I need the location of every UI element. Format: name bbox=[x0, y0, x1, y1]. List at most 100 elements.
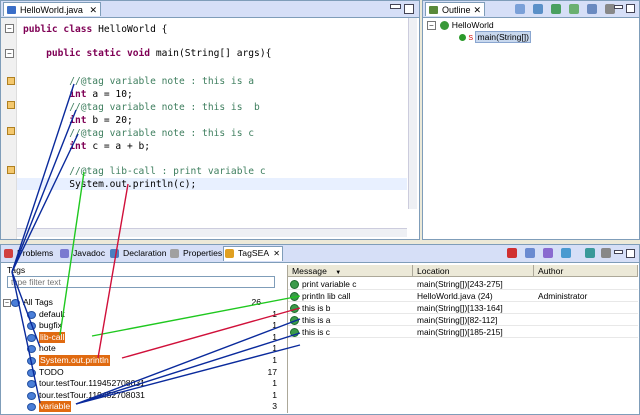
column-header-location[interactable]: Location bbox=[413, 265, 534, 277]
refresh-icon[interactable] bbox=[585, 248, 595, 258]
tag-marker-icon[interactable] bbox=[7, 166, 15, 174]
code-area[interactable]: public class HelloWorld { public static … bbox=[23, 18, 405, 238]
message-text: this is c bbox=[302, 327, 330, 337]
close-icon[interactable]: ✕ bbox=[473, 3, 481, 17]
waypoint-icon bbox=[290, 292, 299, 301]
code-token: int bbox=[23, 115, 87, 126]
properties-icon bbox=[170, 249, 179, 258]
tag-tree-item[interactable]: – All Tags 26 bbox=[3, 297, 277, 308]
table-row[interactable]: this is a main(String[])[82-112] bbox=[288, 315, 638, 326]
delete-icon[interactable] bbox=[507, 248, 517, 258]
code-token: a = 10; bbox=[86, 89, 133, 100]
tag-filter-input[interactable] bbox=[7, 276, 275, 288]
tag-icon bbox=[27, 368, 36, 377]
outline-tab-label: Outline bbox=[442, 5, 471, 15]
filter-icon[interactable] bbox=[561, 248, 571, 258]
tag-tree-item[interactable]: TODO 17 bbox=[27, 367, 277, 378]
code-line[interactable]: //@tag variable note : this is c bbox=[23, 128, 254, 139]
tag-count: 3 bbox=[272, 401, 277, 412]
code-line[interactable]: public class HelloWorld { bbox=[23, 24, 167, 35]
code-token: //@tag variable note : this is a bbox=[23, 76, 255, 87]
refactor-icon[interactable] bbox=[525, 248, 535, 258]
code-line[interactable]: //@tag lib-call : print variable c bbox=[23, 166, 266, 177]
maximize-icon[interactable] bbox=[626, 4, 635, 13]
code-line[interactable]: System.out.println(c); bbox=[23, 179, 196, 190]
tag-tree[interactable]: – All Tags 26 default 1 bugfix 1 lib-call 1 note 1… bbox=[3, 297, 277, 413]
code-line[interactable]: //@tag variable note : this is b bbox=[23, 102, 260, 113]
tag-icon bbox=[11, 299, 20, 307]
code-line[interactable]: int b = 20; bbox=[23, 115, 133, 126]
message-text: this is a bbox=[302, 315, 331, 325]
message-text: println lib call bbox=[302, 291, 351, 301]
tag-tree-item[interactable]: bugfix 1 bbox=[27, 320, 277, 331]
tab-declaration[interactable]: Declaration bbox=[109, 247, 166, 260]
table-row[interactable]: this is b main(String[])[133-164] bbox=[288, 303, 638, 314]
tab-javadoc[interactable]: Javadoc bbox=[59, 247, 105, 260]
outline-tabstrip: Outline ✕ bbox=[423, 1, 639, 18]
hide-nonpublic-icon[interactable] bbox=[569, 4, 579, 14]
editor-hscroll[interactable] bbox=[17, 228, 407, 237]
merge-icon[interactable] bbox=[543, 248, 553, 258]
maximize-icon[interactable] bbox=[626, 249, 635, 258]
editor-vscroll[interactable] bbox=[408, 18, 417, 209]
column-header-author[interactable]: Author bbox=[534, 265, 638, 277]
code-token: System.out.println(c); bbox=[23, 179, 197, 190]
tag-tree-item[interactable]: note 1 bbox=[27, 343, 277, 354]
minimize-icon[interactable] bbox=[390, 4, 401, 9]
tag-tree-item[interactable]: System.out.println 1 bbox=[27, 355, 277, 366]
editor-tabstrip: HelloWorld.java ✕ bbox=[1, 1, 419, 18]
column-header-message[interactable]: Message ▼ bbox=[288, 265, 413, 277]
hide-fields-icon[interactable] bbox=[533, 4, 543, 14]
minimize-icon[interactable] bbox=[614, 250, 623, 254]
outline-class-node[interactable]: – HelloWorld bbox=[427, 19, 494, 31]
tag-marker-icon[interactable] bbox=[7, 127, 15, 135]
tag-tree-item[interactable]: tour.testTour.119452708031 1 bbox=[27, 390, 277, 401]
table-row[interactable]: println lib call HelloWorld.java (24) Admi… bbox=[288, 291, 638, 302]
tab-tagsea[interactable]: TagSEA ✕ bbox=[223, 246, 283, 261]
tag-tree-item[interactable]: default 1 bbox=[27, 309, 277, 320]
code-token: main(String[] args){ bbox=[150, 48, 272, 59]
waypoints-table: Message ▼ Location Author print variable… bbox=[287, 265, 638, 413]
collapse-icon[interactable]: – bbox=[3, 299, 11, 307]
close-icon[interactable]: ✕ bbox=[89, 3, 97, 17]
maximize-icon[interactable] bbox=[404, 4, 414, 14]
tag-label: variable bbox=[39, 401, 72, 413]
table-row[interactable]: print variable c main(String[])[243-275] bbox=[288, 279, 638, 290]
code-token: //@tag lib-call : print variable c bbox=[23, 166, 266, 177]
tag-label: lib-call bbox=[39, 331, 66, 343]
code-line[interactable]: int c = a + b; bbox=[23, 141, 150, 152]
waypoint-rows: print variable c main(String[])[243-275] p… bbox=[288, 279, 638, 413]
sort-icon[interactable] bbox=[515, 4, 525, 14]
code-token: public static void bbox=[23, 48, 151, 59]
code-line[interactable]: //@tag variable note : this is a bbox=[23, 76, 254, 87]
outline-icon bbox=[429, 6, 438, 14]
hide-local-types-icon[interactable] bbox=[587, 4, 597, 14]
tag-marker-icon[interactable] bbox=[7, 77, 15, 85]
tab-properties[interactable]: Properties bbox=[169, 247, 222, 260]
message-text: print variable c bbox=[302, 279, 357, 289]
collapse-icon[interactable]: – bbox=[5, 24, 14, 33]
code-token: c = a + b; bbox=[86, 141, 151, 152]
table-row[interactable]: this is c main(String[])[185-215] bbox=[288, 327, 638, 338]
hide-static-icon[interactable] bbox=[551, 4, 561, 14]
code-token: //@tag variable note : this is b bbox=[23, 102, 260, 113]
tag-count: 17 bbox=[267, 366, 277, 377]
tag-label: tour.testTour.119452708031 bbox=[39, 378, 145, 389]
tag-tree-item[interactable]: lib-call 1 bbox=[27, 331, 277, 343]
collapse-icon[interactable]: – bbox=[5, 49, 14, 58]
code-line[interactable]: int a = 10; bbox=[23, 89, 133, 100]
tag-marker-icon[interactable] bbox=[7, 101, 15, 109]
editor-tab[interactable]: HelloWorld.java ✕ bbox=[3, 2, 101, 16]
outline-tab[interactable]: Outline ✕ bbox=[425, 2, 485, 16]
minimize-icon[interactable] bbox=[614, 5, 623, 9]
view-menu-icon[interactable] bbox=[601, 248, 611, 258]
tag-tree-item[interactable]: variable 3 bbox=[27, 401, 277, 413]
tab-problems[interactable]: Problems bbox=[3, 247, 53, 260]
code-line[interactable]: public static void main(String[] args){ bbox=[23, 48, 271, 59]
collapse-icon[interactable]: – bbox=[427, 21, 436, 31]
outline-method-node[interactable]: S main(String[]) bbox=[459, 31, 532, 43]
waypoint-icon bbox=[290, 328, 299, 337]
tag-tree-item[interactable]: tour.testTour.119452708031 1 bbox=[27, 378, 277, 389]
close-icon[interactable]: ✕ bbox=[273, 247, 280, 260]
tag-icon bbox=[27, 310, 36, 319]
